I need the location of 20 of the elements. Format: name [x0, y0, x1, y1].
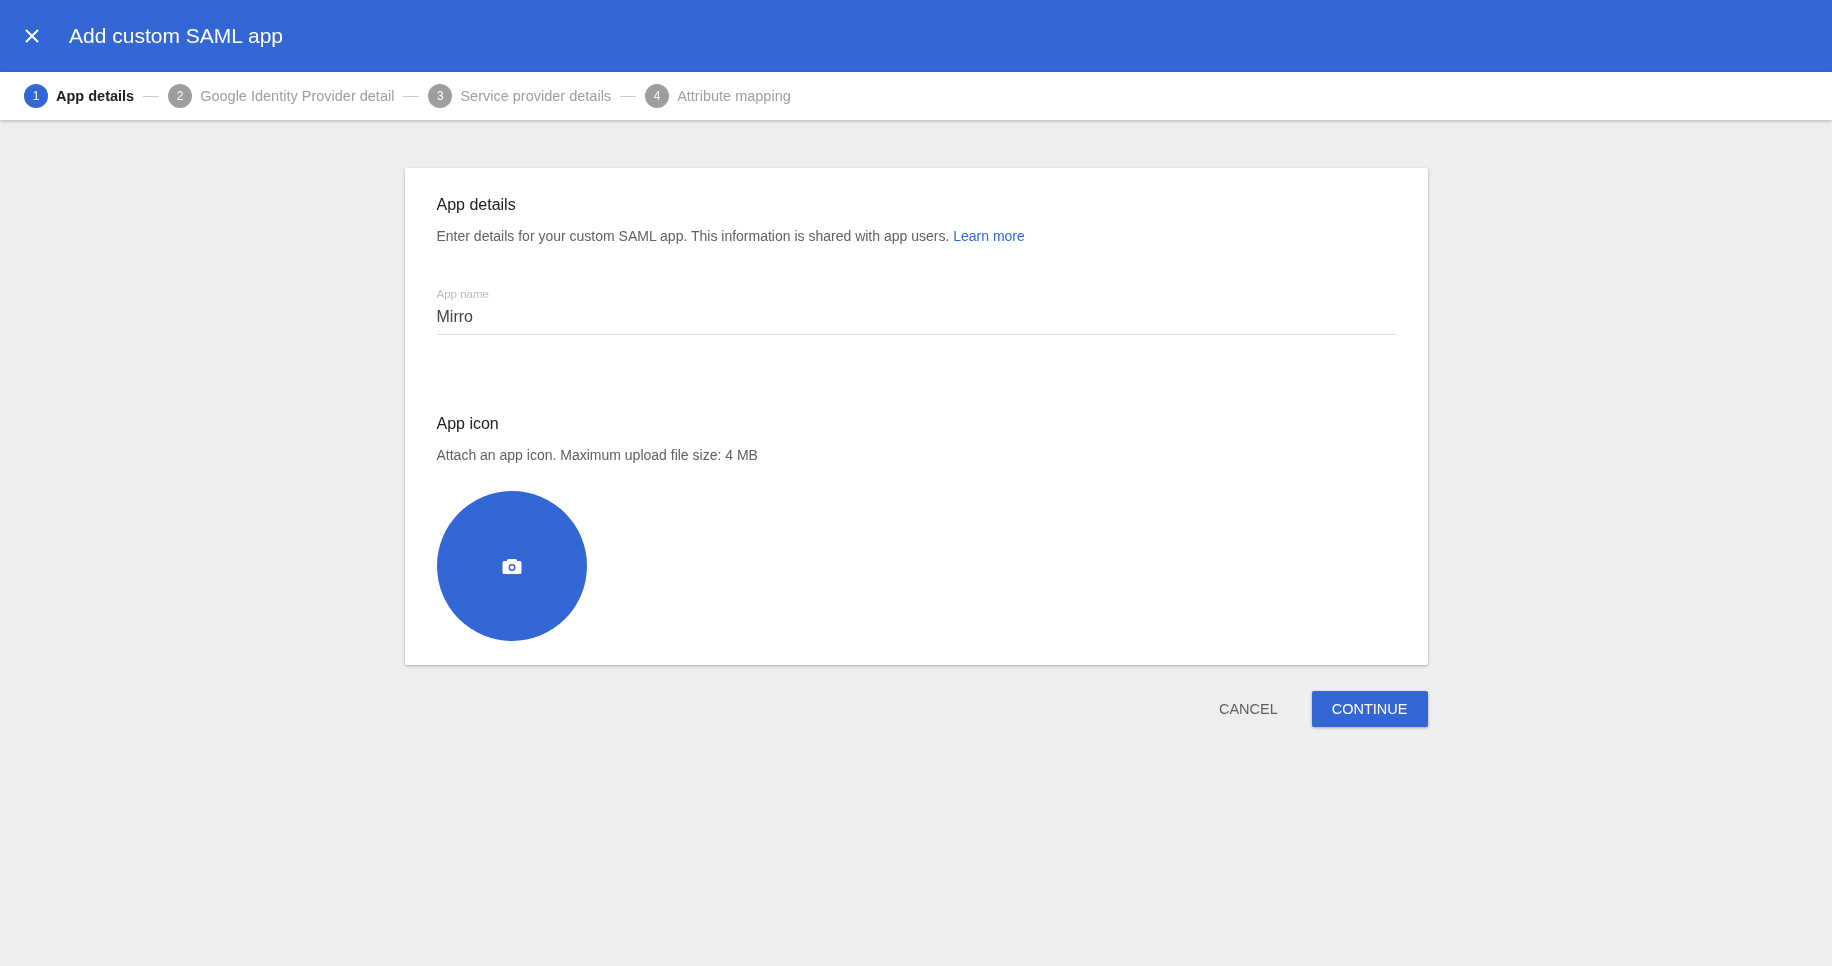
- step-number: 1: [24, 84, 48, 108]
- section-title: App icon: [436, 415, 500, 433]
- step-number: 4: [645, 84, 670, 108]
- field-label: App name: [436, 288, 490, 300]
- step-label: Service provider details: [460, 88, 612, 104]
- close-icon: [24, 28, 40, 44]
- camera-icon: [501, 557, 522, 575]
- section-description: Enter details for your custom SAML app. This information is shared with app users. Learn more: [436, 228, 1026, 244]
- app-name-field[interactable]: Mirro: [436, 308, 1396, 335]
- step-label: App details: [56, 88, 135, 104]
- learn-more-link[interactable]: Learn more: [953, 228, 1025, 244]
- step-number: 3: [428, 84, 453, 108]
- step-label: Google Identity Provider detail: [200, 88, 395, 104]
- step-label: Attribute mapping: [677, 88, 791, 104]
- cancel-button[interactable]: CANCEL: [1202, 691, 1294, 727]
- continue-button[interactable]: CONTINUE: [1311, 691, 1428, 727]
- section-title: App details: [436, 196, 517, 214]
- step-number: 2: [168, 84, 193, 108]
- page-title: Add custom SAML app: [69, 24, 283, 48]
- section-description: Attach an app icon. Maximum upload file size: 4 MB: [436, 447, 759, 463]
